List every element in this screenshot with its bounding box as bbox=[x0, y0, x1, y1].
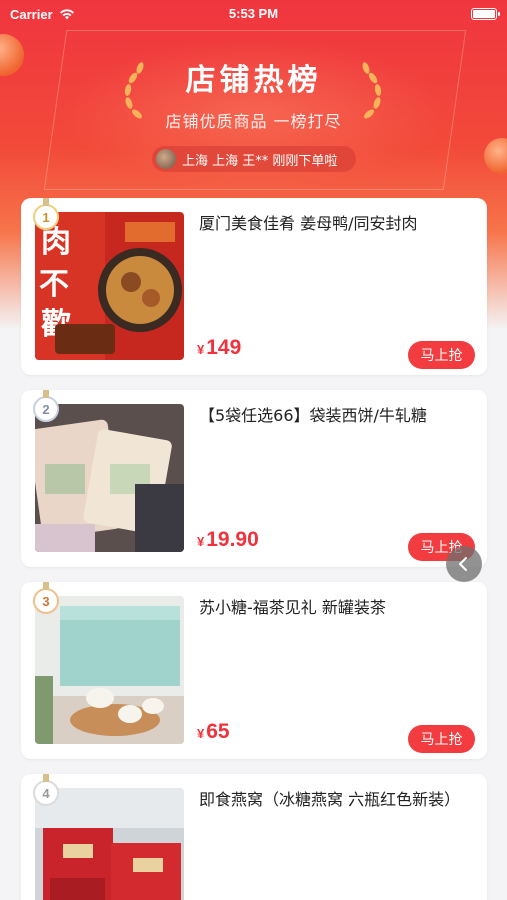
battery-icon bbox=[471, 8, 500, 20]
ticker-text: 上海 上海 王** 刚刚下单啦 bbox=[182, 153, 338, 169]
back-button[interactable] bbox=[446, 546, 482, 582]
rank-badge: 4 bbox=[33, 774, 59, 806]
rank-badge: 2 bbox=[33, 390, 59, 422]
product-title[interactable]: 厦门美食佳肴 姜母鸭/同安封肉 bbox=[199, 212, 474, 236]
decor-ball-right bbox=[484, 138, 507, 174]
page-subtitle: 店铺优质商品 一榜打尽 bbox=[165, 112, 342, 131]
product-image bbox=[35, 404, 184, 552]
svg-text:肉: 肉 bbox=[41, 225, 71, 260]
product-price: ¥149 bbox=[197, 336, 241, 360]
carrier-label: Carrier bbox=[10, 6, 53, 22]
buy-now-button[interactable]: 马上抢 bbox=[408, 341, 475, 369]
status-bar: Carrier 5:53 PM bbox=[0, 0, 507, 28]
product-price: ¥65 bbox=[197, 720, 230, 744]
wifi-icon bbox=[59, 9, 74, 20]
product-title[interactable]: 【5袋任选66】袋装西饼/牛轧糖 bbox=[199, 404, 474, 428]
buy-now-button[interactable]: 马上抢 bbox=[408, 725, 475, 753]
product-image: 肉 不 歡 bbox=[35, 212, 184, 360]
avatar bbox=[156, 149, 176, 169]
svg-text:不: 不 bbox=[39, 267, 69, 302]
chevron-left-icon bbox=[459, 557, 467, 571]
price-value: 149 bbox=[206, 336, 242, 359]
price-currency: ¥ bbox=[197, 342, 205, 357]
product-title[interactable]: 即食燕窝（冰糖燕窝 六瓶红色新装） bbox=[199, 788, 474, 812]
rank-badge: 3 bbox=[33, 582, 59, 614]
product-card[interactable]: 1 肉 不 歡 厦门美食佳肴 姜母鸭/同安封肉 ¥149 马上抢 bbox=[21, 198, 487, 375]
product-title[interactable]: 苏小糖-福茶见礼 新罐装茶 bbox=[199, 596, 474, 620]
product-card[interactable]: 4 即食燕窝（冰糖燕窝 六瓶红色新装） bbox=[21, 774, 487, 900]
rank-badge: 1 bbox=[33, 198, 59, 230]
product-price: ¥19.90 bbox=[197, 528, 259, 552]
product-card[interactable]: 3 苏小糖-福茶见礼 新罐装茶 ¥65 马上抢 bbox=[21, 582, 487, 759]
price-value: 65 bbox=[206, 720, 230, 743]
price-currency: ¥ bbox=[197, 726, 205, 741]
product-image bbox=[35, 788, 184, 900]
product-image bbox=[35, 596, 184, 744]
price-currency: ¥ bbox=[197, 534, 205, 549]
status-time: 5:53 PM bbox=[228, 6, 279, 21]
product-card[interactable]: 2 【5袋任选66】袋装西饼/牛轧糖 ¥19.90 马上抢 bbox=[21, 390, 487, 567]
order-ticker: 上海 上海 王** 刚刚下单啦 bbox=[152, 146, 356, 172]
page-title: 店铺热榜 bbox=[185, 63, 322, 98]
price-value: 19.90 bbox=[206, 528, 259, 551]
